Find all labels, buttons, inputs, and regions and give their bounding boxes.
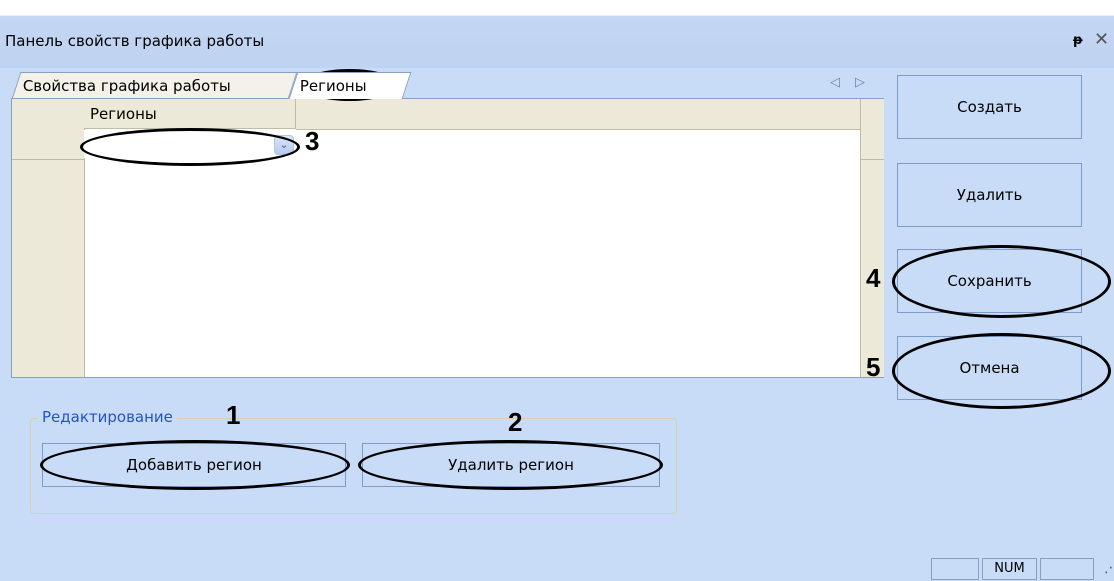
pin-icon[interactable]: ᵽ (1073, 33, 1083, 48)
delete-button[interactable]: Удалить (897, 163, 1082, 227)
cancel-button[interactable]: Отмена (897, 336, 1082, 400)
callout-4: 4 (866, 263, 881, 293)
status-cell-num: NUM (982, 558, 1037, 580)
tab-scroll-right-icon[interactable]: ▷ (855, 75, 865, 90)
row-selector[interactable] (12, 129, 84, 160)
resize-grip-icon[interactable]: ⋰ (1104, 560, 1114, 576)
top-strip (0, 0, 1114, 15)
tab-schedule-properties[interactable]: Свойства графика работы (11, 72, 298, 99)
tab-strip: Свойства графика работы Регионы ◁ ▷ (8, 72, 883, 99)
status-cell-3 (1040, 558, 1094, 580)
edit-group-legend: Редактирование (38, 408, 177, 426)
header-filler (296, 99, 860, 130)
close-icon[interactable]: ✕ (1094, 29, 1109, 50)
callout-5: 5 (866, 352, 881, 382)
tab-regions[interactable]: Регионы (288, 72, 412, 99)
title-bar: Панель свойств графика работы ᵽ ✕ (0, 15, 1114, 68)
column-header-regions[interactable]: Регионы (84, 99, 296, 129)
delete-region-button[interactable]: Удалить регион (362, 443, 660, 487)
window-title: Панель свойств графика работы (5, 32, 265, 50)
scrollbar-segment[interactable] (860, 129, 884, 160)
callout-2: 2 (508, 407, 523, 437)
callout-3: 3 (305, 126, 320, 156)
region-combo[interactable]: ⌄ (84, 130, 296, 158)
status-cell-1 (931, 558, 979, 580)
save-button[interactable]: Сохранить (897, 249, 1082, 313)
grid-corner (12, 99, 84, 130)
chevron-down-icon[interactable]: ⌄ (274, 135, 294, 155)
add-region-button[interactable]: Добавить регион (42, 443, 346, 487)
callout-1: 1 (226, 400, 241, 430)
tab-scroll-left-icon[interactable]: ◁ (830, 75, 840, 90)
create-button[interactable]: Создать (897, 75, 1082, 139)
regions-grid: Регионы ⌄ (11, 98, 884, 378)
